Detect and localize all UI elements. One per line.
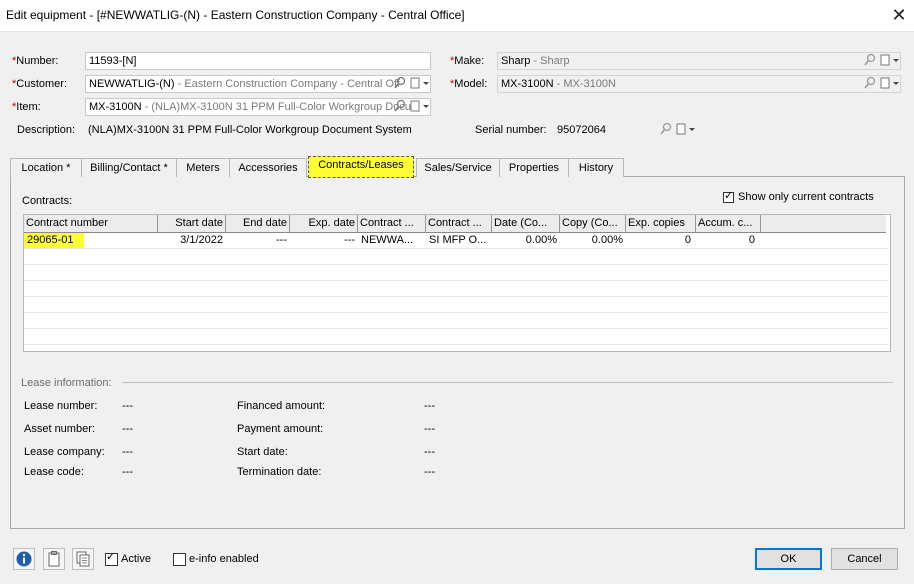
termination-date-value: ---	[424, 466, 435, 478]
table-row[interactable]: 29065-01 3/1/2022 --- --- NEWWA... SI MF…	[24, 233, 888, 249]
serial-label: Serial number:	[475, 124, 547, 136]
cell-start-date: 3/1/2022	[180, 234, 223, 246]
einfo-label[interactable]: e-info enabled	[189, 553, 259, 565]
make-label: *Make:	[450, 55, 485, 67]
col-contract-b[interactable]: Contract ...	[426, 215, 492, 232]
cell-contract-b: SI MFP O...	[429, 234, 487, 246]
col-start-date[interactable]: Start date	[158, 215, 226, 232]
make-field[interactable]: Sharp - Sharp	[497, 52, 901, 70]
show-current-checkbox[interactable]	[723, 190, 734, 203]
info-icon	[16, 551, 32, 567]
empty-row	[24, 249, 888, 265]
col-accum[interactable]: Accum. c...	[696, 215, 761, 232]
title-bar: Edit equipment - [#NEWWATLIG-(N) - Easte…	[0, 0, 914, 32]
info-button[interactable]	[13, 548, 35, 570]
cell-contract-number[interactable]: 29065-01	[24, 233, 84, 248]
col-exp-copies[interactable]: Exp. copies	[626, 215, 696, 232]
lease-separator	[122, 382, 893, 383]
cell-contract-a: NEWWA...	[361, 234, 414, 246]
cell-exp-copies: 0	[684, 234, 691, 246]
model-field[interactable]: MX-3100N - MX-3100N	[497, 75, 901, 93]
note-button[interactable]	[43, 548, 65, 570]
number-field[interactable]: 11593-[N]	[85, 52, 431, 70]
lease-start-date-label: Start date:	[237, 446, 288, 458]
tab-location[interactable]: Location *	[10, 158, 82, 177]
model-options-icon[interactable]	[880, 76, 900, 92]
description-value: (NLA)MX-3100N 31 PPM Full-Color Workgrou…	[88, 124, 412, 136]
active-checkbox[interactable]	[105, 551, 118, 566]
model-search-icon[interactable]	[864, 76, 876, 92]
cell-copy-co: 0.00%	[591, 234, 623, 246]
ok-button[interactable]: OK	[755, 548, 822, 570]
empty-row	[24, 313, 888, 329]
lease-code-label: Lease code:	[24, 466, 84, 478]
close-icon[interactable]: ✕	[888, 4, 910, 26]
cell-accum: 0	[748, 234, 755, 246]
item-search-icon[interactable]	[394, 99, 406, 115]
payment-amount-label: Payment amount:	[237, 423, 324, 435]
lease-start-date-value: ---	[424, 446, 435, 458]
cancel-button[interactable]: Cancel	[831, 548, 898, 570]
model-label: *Model:	[450, 78, 488, 90]
einfo-checkbox[interactable]	[173, 553, 186, 566]
make-options-icon[interactable]	[880, 53, 900, 69]
lease-section-label: Lease information:	[21, 377, 112, 389]
contracts-label: Contracts:	[22, 195, 73, 207]
asset-number-value: ---	[122, 423, 133, 435]
cell-date-co: 0.00%	[525, 234, 557, 246]
empty-row	[24, 281, 888, 297]
grid-header: Contract number Start date End date Exp.…	[24, 215, 886, 233]
serial-options-icon[interactable]	[676, 122, 696, 138]
financed-amount-label: Financed amount:	[237, 400, 326, 412]
empty-row	[24, 265, 888, 281]
payment-amount-value: ---	[424, 423, 435, 435]
customer-label: *Customer:	[12, 78, 68, 90]
tab-history[interactable]: History	[568, 158, 624, 177]
documents-icon	[76, 551, 90, 567]
col-copy-co[interactable]: Copy (Co...	[560, 215, 626, 232]
documents-button[interactable]	[72, 548, 94, 570]
number-label: *Number:	[12, 55, 59, 67]
customer-field[interactable]: NEWWATLIG-(N) - Eastern Construction Com…	[85, 75, 431, 93]
col-contract-a[interactable]: Contract ...	[358, 215, 426, 232]
financed-amount-value: ---	[424, 400, 435, 412]
termination-date-label: Termination date:	[237, 466, 322, 478]
cell-exp-date: ---	[344, 234, 355, 246]
active-label[interactable]: Active	[121, 553, 151, 565]
tab-contracts-leases[interactable]: Contracts/Leases	[308, 156, 414, 178]
lease-company-label: Lease company:	[24, 446, 105, 458]
tab-accessories[interactable]: Accessories	[229, 158, 307, 177]
item-field[interactable]: MX-3100N - (NLA)MX-3100N 31 PPM Full-Col…	[85, 98, 431, 116]
serial-search-icon[interactable]	[660, 122, 672, 138]
tab-sales-service[interactable]: Sales/Service	[416, 158, 500, 177]
make-search-icon[interactable]	[864, 53, 876, 69]
lease-code-value: ---	[122, 466, 133, 478]
col-contract-number[interactable]: Contract number	[24, 215, 158, 232]
asset-number-label: Asset number:	[24, 423, 95, 435]
window-title: Edit equipment - [#NEWWATLIG-(N) - Easte…	[6, 8, 465, 22]
tab-meters[interactable]: Meters	[176, 158, 230, 177]
tab-properties[interactable]: Properties	[499, 158, 569, 177]
cell-end-date: ---	[276, 234, 287, 246]
lease-number-label: Lease number:	[24, 400, 98, 412]
show-current-label[interactable]: Show only current contracts	[738, 191, 874, 203]
empty-row	[24, 297, 888, 313]
col-date-co[interactable]: Date (Co...	[492, 215, 560, 232]
customer-search-icon[interactable]	[394, 76, 406, 92]
tab-billing-contact[interactable]: Billing/Contact *	[81, 158, 177, 177]
clipboard-icon	[48, 551, 60, 567]
description-label: Description:	[17, 124, 76, 136]
col-end-date[interactable]: End date	[226, 215, 290, 232]
customer-options-icon[interactable]	[410, 76, 430, 92]
item-label: *Item:	[12, 101, 41, 113]
empty-row	[24, 329, 888, 345]
contracts-grid[interactable]: Contract number Start date End date Exp.…	[23, 214, 891, 352]
lease-company-value: ---	[122, 446, 133, 458]
col-exp-date[interactable]: Exp. date	[290, 215, 358, 232]
lease-number-value: ---	[122, 400, 133, 412]
item-options-icon[interactable]	[410, 99, 430, 115]
